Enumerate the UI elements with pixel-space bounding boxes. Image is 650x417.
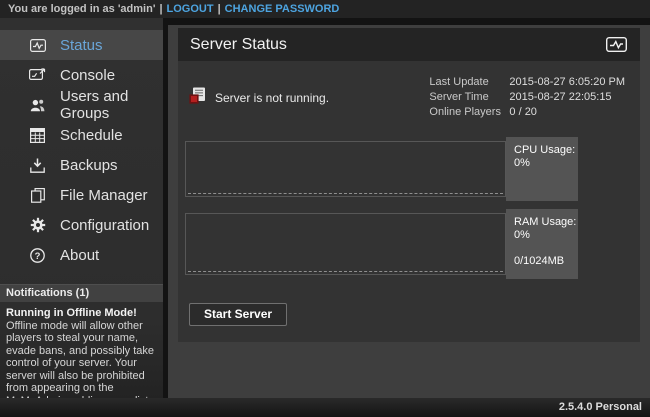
sidebar-item-label: Status [60,37,103,54]
sidebar-item-about[interactable]: ? About [0,240,163,270]
cpu-usage-chart [185,141,506,197]
server-status-panel: Server Status Server is not running. Las… [178,28,640,342]
console-icon [29,67,46,84]
notification-title: Running in Offline Mode! [6,307,157,320]
cpu-usage-row: CPU Usage: 0% [185,141,578,197]
sidebar-item-status[interactable]: Status [0,30,163,60]
about-icon: ? [29,247,46,264]
info-row-online-players: Online Players 0 / 20 [429,105,625,120]
gear-icon [29,217,46,234]
sidebar-item-label: Backups [60,157,118,174]
chart-baseline [188,271,503,272]
info-value: 2015-08-27 22:05:15 [509,90,611,105]
sidebar-item-label: Schedule [60,127,123,144]
ram-usage-row: RAM Usage: 0% 0/1024MB [185,213,578,275]
start-server-button[interactable]: Start Server [189,303,287,326]
status-row: Server is not running. Last Update 2015-… [185,69,633,136]
logout-link[interactable]: LOGOUT [167,3,214,15]
sidebar-item-label: File Manager [60,187,148,204]
ram-usage-detail: 0/1024MB [514,255,578,268]
users-icon [29,97,46,114]
sidebar-item-backups[interactable]: Backups [0,150,163,180]
backups-icon [29,157,46,174]
info-label: Last Update [429,75,509,90]
sidebar: Status Console Users and Groups Schedule [0,18,163,399]
cpu-usage-value: 0% [514,157,578,170]
footer-bar: 2.5.4.0 Personal [0,398,650,417]
top-bar: You are logged in as 'admin' | LOGOUT | CHAN… [0,0,650,18]
activity-icon [29,37,46,54]
sidebar-item-label: Configuration [60,217,149,234]
file-manager-icon [29,187,46,204]
separator: | [159,3,162,15]
info-label: Server Time [429,90,509,105]
server-status-message: Server is not running. [215,91,329,105]
info-value: 0 / 20 [509,105,537,120]
cpu-usage-box: CPU Usage: 0% [506,137,578,201]
notifications-header: Notifications (1) [0,284,163,302]
info-row-last-update: Last Update 2015-08-27 6:05:20 PM [429,75,625,90]
info-row-server-time: Server Time 2015-08-27 22:05:15 [429,90,625,105]
logged-in-text: You are logged in as 'admin' [8,3,155,15]
panel-header: Server Status [178,28,640,61]
sidebar-item-users-and-groups[interactable]: Users and Groups [0,90,163,120]
sidebar-item-file-manager[interactable]: File Manager [0,180,163,210]
activity-icon[interactable] [606,37,628,53]
page-title: Server Status [190,36,606,54]
main-content: Server Status Server is not running. Las… [168,25,650,398]
sidebar-menu: Status Console Users and Groups Schedule [0,18,163,270]
svg-text:?: ? [35,250,41,261]
sidebar-item-label: About [60,247,99,264]
sidebar-item-schedule[interactable]: Schedule [0,120,163,150]
server-state: Server is not running. [189,75,329,120]
ram-usage-value: 0% [514,229,578,242]
cpu-usage-label: CPU Usage: [514,144,578,157]
schedule-icon [29,127,46,144]
sidebar-item-configuration[interactable]: Configuration [0,210,163,240]
info-label: Online Players [429,105,509,120]
server-stopped-icon [189,87,206,109]
info-value: 2015-08-27 6:05:20 PM [509,75,625,90]
ram-usage-label: RAM Usage: [514,216,578,229]
sidebar-item-label: Users and Groups [60,88,163,122]
separator: | [218,3,221,15]
ram-usage-box: RAM Usage: 0% 0/1024MB [506,209,578,279]
sidebar-item-console[interactable]: Console [0,60,163,90]
ram-usage-chart [185,213,506,275]
version-label: 2.5.4.0 Personal [559,401,642,413]
server-info-table: Last Update 2015-08-27 6:05:20 PM Server… [429,75,625,120]
chart-baseline [188,193,503,194]
panel-body: Server is not running. Last Update 2015-… [178,61,640,342]
change-password-link[interactable]: CHANGE PASSWORD [225,3,340,15]
sidebar-item-label: Console [60,67,115,84]
